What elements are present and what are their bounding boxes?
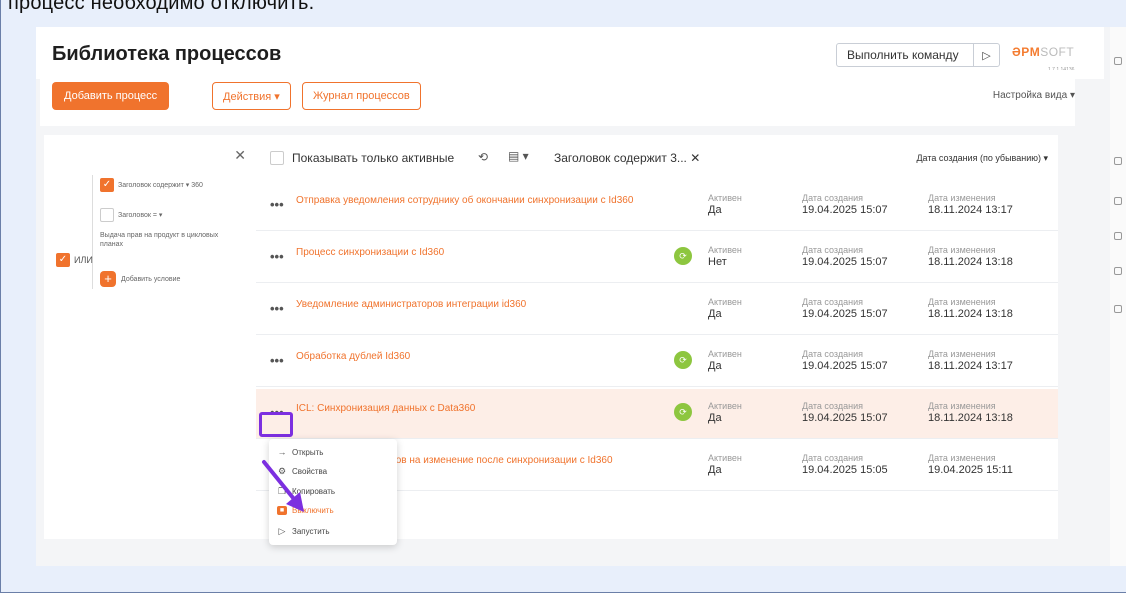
sync-icon: ⟳ — [674, 403, 692, 421]
active-cell: Активен Нет — [708, 245, 742, 268]
menu-item-run[interactable]: ▷ Запустить — [277, 526, 330, 537]
caption-text: процесс необходимо отключить. — [8, 0, 315, 14]
command-input[interactable]: Выполнить команду ▷ — [836, 43, 1000, 67]
process-name[interactable]: Отправка уведомления сотруднику об оконч… — [296, 195, 633, 206]
filter-icon[interactable]: ▤ ▾ — [508, 149, 529, 163]
play-icon: ▷ — [278, 526, 286, 536]
more-icon[interactable]: ••• — [270, 197, 284, 212]
active-cell: Активен Да — [708, 193, 742, 216]
process-name[interactable]: Процесс синхронизации с Id360 — [296, 247, 444, 258]
rail-icon[interactable] — [1114, 232, 1122, 240]
menu-item-open[interactable]: → Открыть — [277, 447, 324, 457]
logo-soft: SOFT — [1040, 45, 1075, 59]
journal-button[interactable]: Журнал процессов — [302, 82, 421, 110]
actions-button[interactable]: Действия ▾ — [212, 82, 291, 110]
condition-2-label: Заголовок = ▾ — [118, 212, 163, 219]
pointer-arrow-icon — [262, 460, 304, 512]
rail-icon[interactable] — [1114, 57, 1122, 65]
modified-cell: Дата изменения 18.11.2024 13:17 — [928, 193, 1013, 216]
created-cell: Дата создания 19.04.2025 15:05 — [802, 453, 888, 476]
show-active-checkbox[interactable] — [270, 151, 284, 165]
condition-2[interactable]: Заголовок = ▾ — [100, 208, 162, 222]
active-cell: Активен Да — [708, 349, 742, 372]
table-row[interactable]: ••• Процесс синхронизации с Id360 ⟳ Акти… — [256, 233, 1058, 283]
or-toggle[interactable]: ✓ ИЛИ — [56, 253, 93, 267]
created-cell: Дата создания 19.04.2025 15:07 — [802, 297, 888, 320]
logo-main: ƏPM — [1012, 45, 1041, 59]
condition-2-value: Выдача прав на продукт в цикловых планах — [100, 232, 219, 248]
table-row[interactable]: ••• Обработка дублей Id360 ⟳ Активен Да Д… — [256, 337, 1058, 387]
sort-select[interactable]: Дата создания (по убыванию) ▾ — [916, 153, 1048, 164]
arrow-right-icon: → — [277, 447, 287, 457]
command-label: Выполнить команду — [847, 48, 959, 62]
rail-icon[interactable] — [1114, 267, 1122, 275]
created-cell: Дата создания 19.04.2025 15:07 — [802, 245, 888, 268]
or-label: ИЛИ — [74, 255, 93, 265]
table-row[interactable]: ••• ICL: Синхронизация данных с Data360 … — [256, 389, 1058, 439]
created-cell: Дата создания 19.04.2025 15:07 — [802, 193, 888, 216]
table-row[interactable]: ••• Уведомление администраторов интеграц… — [256, 285, 1058, 335]
rail-icon[interactable] — [1114, 197, 1122, 205]
close-icon[interactable]: ✕ — [234, 147, 246, 164]
title-filter-chip[interactable]: Заголовок содержит 3... ✕ — [554, 151, 700, 165]
toolbar: Добавить процесс Действия ▾ Журнал проце… — [40, 70, 1075, 126]
logo: ƏPMSOFT — [1012, 45, 1074, 59]
process-name[interactable]: Уведомление администраторов интеграции i… — [296, 299, 526, 310]
active-cell: Активен Да — [708, 401, 742, 424]
checkbox-icon[interactable]: ✓ — [100, 178, 114, 192]
modified-cell: Дата изменения 18.11.2024 13:18 — [928, 297, 1013, 320]
checkbox-icon[interactable]: ✓ — [56, 253, 70, 267]
filter-panel: ✕ ✓ ИЛИ ✓ Заголовок содержит ▾ 360 Загол… — [44, 135, 256, 539]
view-settings-button[interactable]: Настройка вида ▾ — [993, 90, 1075, 101]
condition-1-label: Заголовок содержит ▾ 360 — [118, 182, 203, 189]
sync-icon: ⟳ — [674, 247, 692, 265]
list-header: Показывать только активные ⟲ ▤ ▾ Заголов… — [256, 135, 1058, 181]
more-icon[interactable]: ••• — [270, 249, 284, 264]
page-title: Библиотека процессов — [52, 43, 282, 65]
process-name[interactable]: ICL: Синхронизация данных с Data360 — [296, 403, 475, 414]
add-condition-label: Добавить условие — [121, 275, 181, 283]
right-rail — [1110, 27, 1126, 566]
refresh-icon[interactable]: ⟲ — [478, 150, 488, 164]
modified-cell: Дата изменения 18.11.2024 13:18 — [928, 245, 1013, 268]
table-row[interactable]: ••• Отправка уведомления сотруднику об о… — [256, 181, 1058, 231]
show-active-label: Показывать только активные — [292, 151, 455, 165]
modified-cell: Дата изменения 18.11.2024 13:18 — [928, 401, 1013, 424]
rail-icon[interactable] — [1114, 157, 1122, 165]
modified-cell: Дата изменения 19.04.2025 15:11 — [928, 453, 1013, 476]
add-condition-button[interactable]: + Добавить условие — [100, 271, 180, 287]
play-icon[interactable]: ▷ — [973, 44, 999, 66]
condition-1[interactable]: ✓ Заголовок содержит ▾ 360 — [100, 178, 203, 192]
rail-icon[interactable] — [1114, 305, 1122, 313]
checkbox-icon[interactable] — [100, 208, 114, 222]
dots-highlight — [259, 412, 293, 437]
modified-cell: Дата изменения 18.11.2024 13:17 — [928, 349, 1013, 372]
more-icon[interactable]: ••• — [270, 353, 284, 368]
add-process-button[interactable]: Добавить процесс — [52, 82, 170, 110]
sync-icon: ⟳ — [674, 351, 692, 369]
plus-icon: + — [100, 271, 116, 287]
more-icon[interactable]: ••• — [270, 301, 284, 316]
active-cell: Активен Да — [708, 453, 742, 476]
active-cell: Активен Да — [708, 297, 742, 320]
process-name[interactable]: Обработка дублей Id360 — [296, 351, 410, 362]
created-cell: Дата создания 19.04.2025 15:07 — [802, 349, 888, 372]
created-cell: Дата создания 19.04.2025 15:07 — [802, 401, 888, 424]
